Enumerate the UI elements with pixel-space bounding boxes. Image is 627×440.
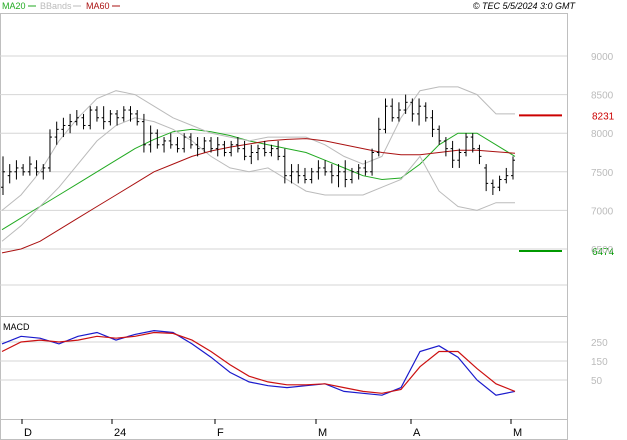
price-ytick-label: 8500 — [591, 91, 614, 102]
ohlc-bar — [229, 140, 234, 157]
ohlc-bar — [88, 106, 93, 130]
stock-chart: 82316474 900085008000750070006500 250150… — [0, 1, 615, 440]
date-xaxis: D 24 F M A M — [21, 419, 522, 439]
xtick-label: F — [217, 427, 224, 439]
ohlc-bar — [81, 113, 86, 130]
ohlc-bar — [14, 160, 19, 180]
ohlc-bar — [215, 137, 220, 157]
xtick-label: M — [318, 427, 327, 439]
ohlc-bar — [289, 164, 294, 184]
price-ytick-label: 7000 — [591, 206, 614, 217]
macd-ytick-label: 50 — [591, 376, 603, 387]
ohlc-bar — [121, 106, 126, 122]
macd-panel-frame — [0, 316, 568, 420]
ohlc-bar — [7, 164, 12, 184]
ohlc-bar — [336, 164, 341, 188]
macd-ytick-label: 250 — [591, 338, 608, 349]
ohlc-bar — [497, 175, 502, 192]
series-line-bbands-1 — [1, 117, 515, 242]
ohlc-bar — [256, 144, 260, 161]
ohlc-bar — [242, 140, 247, 161]
ohlc-bar — [21, 164, 26, 176]
price-ytick-label: 7500 — [591, 168, 614, 179]
price-ytick-label: 6500 — [591, 245, 614, 256]
ohlc-bar — [504, 167, 509, 184]
ohlc-bar — [182, 133, 187, 153]
ohlc-bar — [316, 160, 321, 180]
ohlc-bar — [302, 167, 307, 184]
ohlc-bar — [484, 164, 489, 192]
macd-grid — [0, 341, 567, 381]
ohlc-bar — [175, 137, 180, 153]
ohlc-bar — [94, 106, 99, 122]
xaxis-frame — [0, 419, 568, 440]
ohlc-bar — [74, 110, 79, 126]
macd-title: MACD — [3, 322, 30, 332]
ohlc-bar — [323, 160, 328, 176]
ohlc-bar — [34, 160, 39, 176]
ohlc-bar — [403, 94, 408, 114]
ohlc-bar — [162, 137, 167, 153]
series-line-ma20 — [1, 128, 516, 231]
ohlc-bar — [68, 113, 73, 134]
ohlc-bar — [115, 110, 120, 126]
ohlc-bar — [457, 148, 462, 168]
xtick-label: D — [24, 427, 32, 439]
legend-ma60-label: MA60 — [86, 1, 110, 11]
price-ytick-label: 8000 — [591, 129, 614, 140]
legend-ma20-label: MA20 — [2, 1, 26, 11]
xtick-label: A — [413, 427, 421, 439]
ohlc-bar — [27, 156, 32, 176]
ohlc-bar — [282, 148, 287, 184]
ohlc-bar — [376, 117, 381, 157]
ohlc-bar — [209, 137, 214, 153]
legend-bbands-label: BBands — [40, 1, 72, 11]
ohlc-bar — [511, 156, 515, 180]
ohlc-bar — [417, 98, 422, 126]
ohlc-bar — [148, 125, 153, 153]
ohlc-bar — [108, 110, 113, 126]
xtick-label: M — [513, 427, 522, 439]
price-grid — [0, 55, 567, 286]
ohlc-bar — [390, 98, 395, 122]
ohlc-bar — [410, 98, 415, 122]
ohlc-bar — [343, 160, 348, 188]
timestamp: © TEC 5/5/2024 3:0 GMT — [473, 1, 577, 11]
ohlc-bar — [168, 133, 173, 149]
ohlc-bar — [490, 179, 495, 195]
macd-series — [1, 329, 516, 396]
ohlc-bar — [262, 140, 267, 157]
macd-yaxis: 250 150 50 — [591, 338, 608, 387]
ohlc-bar — [309, 167, 314, 184]
ohlc-bar — [464, 133, 469, 157]
ohlc-bar — [329, 164, 334, 184]
ohlc-bar — [437, 125, 442, 145]
ohlc-bar — [101, 106, 106, 130]
xtick-label: 24 — [114, 427, 126, 439]
price-panel-frame — [0, 13, 568, 317]
ohlc-bar — [450, 140, 455, 168]
ohlc-bar — [276, 140, 281, 161]
ohlc-bars — [1, 94, 515, 195]
macd-ytick-label: 150 — [591, 357, 608, 368]
ohlc-bar — [383, 98, 388, 134]
ohlc-bar — [423, 102, 428, 122]
price-yaxis: 9000 8500 8000 7500 7000 6500 — [591, 52, 614, 256]
ohlc-bar — [47, 129, 52, 172]
ohlc-bar — [249, 144, 254, 165]
price-ytick-label: 9000 — [591, 52, 614, 63]
legend: MA20 BBands MA60 — [2, 1, 120, 11]
ohlc-bar — [477, 144, 482, 165]
price-series — [1, 86, 516, 254]
ohlc-bar — [1, 156, 5, 195]
ohlc-bar — [296, 164, 301, 184]
price-level-label: 8231 — [592, 111, 615, 122]
ohlc-bar — [470, 133, 475, 153]
ohlc-bar — [269, 144, 274, 157]
